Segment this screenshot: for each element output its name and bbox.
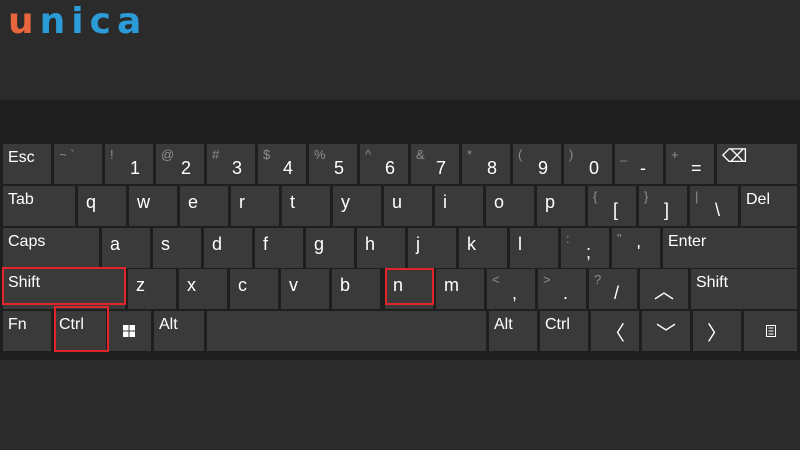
key-z[interactable]: z — [128, 269, 176, 309]
key-f[interactable]: f — [255, 228, 303, 268]
on-screen-keyboard: Esc ~ ` ! 1 @2 #3 $4 % 5 ^ 6 & 7 * 8 (9 ) 0 _ -… — [0, 130, 800, 360]
key-windows[interactable] — [109, 311, 151, 351]
key-d[interactable]: d — [204, 228, 252, 268]
key-arrow-up[interactable]: ︿ — [640, 269, 688, 309]
key-2[interactable]: @2 — [156, 144, 204, 184]
key-fn[interactable]: Fn — [3, 311, 51, 351]
key-8[interactable]: * 8 — [462, 144, 510, 184]
arrow-down-icon: ﹀ — [656, 323, 676, 345]
key-close-bracket[interactable]: }] — [639, 186, 687, 226]
backspace-icon: ⌫ — [722, 146, 748, 166]
key-alt-right[interactable]: Alt — [489, 311, 537, 351]
key-3[interactable]: #3 — [207, 144, 255, 184]
key-arrow-down[interactable]: ﹀ — [642, 311, 690, 351]
key-m[interactable]: m — [436, 269, 484, 309]
key-e[interactable]: e — [180, 186, 228, 226]
key-backspace[interactable]: ⌫ — [717, 144, 797, 184]
key-r[interactable]: r — [231, 186, 279, 226]
key-p[interactable]: p — [537, 186, 585, 226]
key-space[interactable] — [207, 311, 486, 351]
keyboard-top-bar — [0, 100, 800, 130]
key-j[interactable]: j — [408, 228, 456, 268]
key-b[interactable]: b — [332, 269, 380, 309]
windows-icon — [123, 325, 135, 337]
key-u[interactable]: u — [384, 186, 432, 226]
key-k[interactable]: k — [459, 228, 507, 268]
key-slash[interactable]: ? / — [589, 269, 637, 309]
key-v[interactable]: v — [281, 269, 329, 309]
key-4[interactable]: $4 — [258, 144, 306, 184]
key-h[interactable]: h — [357, 228, 405, 268]
key-backslash[interactable]: | \ — [690, 186, 738, 226]
key-caps[interactable]: Caps — [3, 228, 99, 268]
key-w[interactable]: w — [129, 186, 177, 226]
arrow-right-icon: 〉 — [707, 323, 727, 345]
key-9[interactable]: (9 — [513, 144, 561, 184]
key-shift-right[interactable]: Shift — [691, 269, 797, 309]
menu-icon — [766, 325, 776, 337]
key-minus[interactable]: _ - — [615, 144, 663, 184]
key-g[interactable]: g — [306, 228, 354, 268]
key-a[interactable]: a — [102, 228, 150, 268]
key-menu[interactable] — [744, 311, 797, 351]
highlight-n — [385, 268, 434, 305]
key-c[interactable]: c — [230, 269, 278, 309]
key-esc[interactable]: Esc — [3, 144, 51, 184]
key-7[interactable]: & 7 — [411, 144, 459, 184]
highlight-shift-left — [2, 267, 126, 305]
key-1[interactable]: ! 1 — [105, 144, 153, 184]
key-t[interactable]: t — [282, 186, 330, 226]
key-backtick[interactable]: ~ ` — [54, 144, 102, 184]
key-quote[interactable]: " ' — [612, 228, 660, 268]
key-open-bracket[interactable]: {[ — [588, 186, 636, 226]
unica-logo: unica — [8, 1, 148, 42]
key-enter[interactable]: Enter — [663, 228, 797, 268]
key-5[interactable]: % 5 — [309, 144, 357, 184]
key-alt-left[interactable]: Alt — [154, 311, 204, 351]
key-semicolon[interactable]: :; — [561, 228, 609, 268]
arrow-left-icon: 〈 — [605, 323, 625, 345]
key-period[interactable]: >. — [538, 269, 586, 309]
key-ctrl-right[interactable]: Ctrl — [540, 311, 588, 351]
highlight-ctrl-left — [54, 306, 109, 352]
key-0[interactable]: ) 0 — [564, 144, 612, 184]
key-comma[interactable]: <, — [487, 269, 535, 309]
key-s[interactable]: s — [153, 228, 201, 268]
key-o[interactable]: o — [486, 186, 534, 226]
key-arrow-right[interactable]: 〉 — [693, 311, 741, 351]
key-i[interactable]: i — [435, 186, 483, 226]
key-arrow-left[interactable]: 〈 — [591, 311, 639, 351]
key-y[interactable]: y — [333, 186, 381, 226]
key-6[interactable]: ^ 6 — [360, 144, 408, 184]
key-l[interactable]: l — [510, 228, 558, 268]
key-q[interactable]: q — [78, 186, 126, 226]
key-equals[interactable]: + = — [666, 144, 714, 184]
key-x[interactable]: x — [179, 269, 227, 309]
key-del[interactable]: Del — [741, 186, 797, 226]
key-tab[interactable]: Tab — [3, 186, 75, 226]
arrow-up-icon: ︿ — [654, 281, 674, 303]
